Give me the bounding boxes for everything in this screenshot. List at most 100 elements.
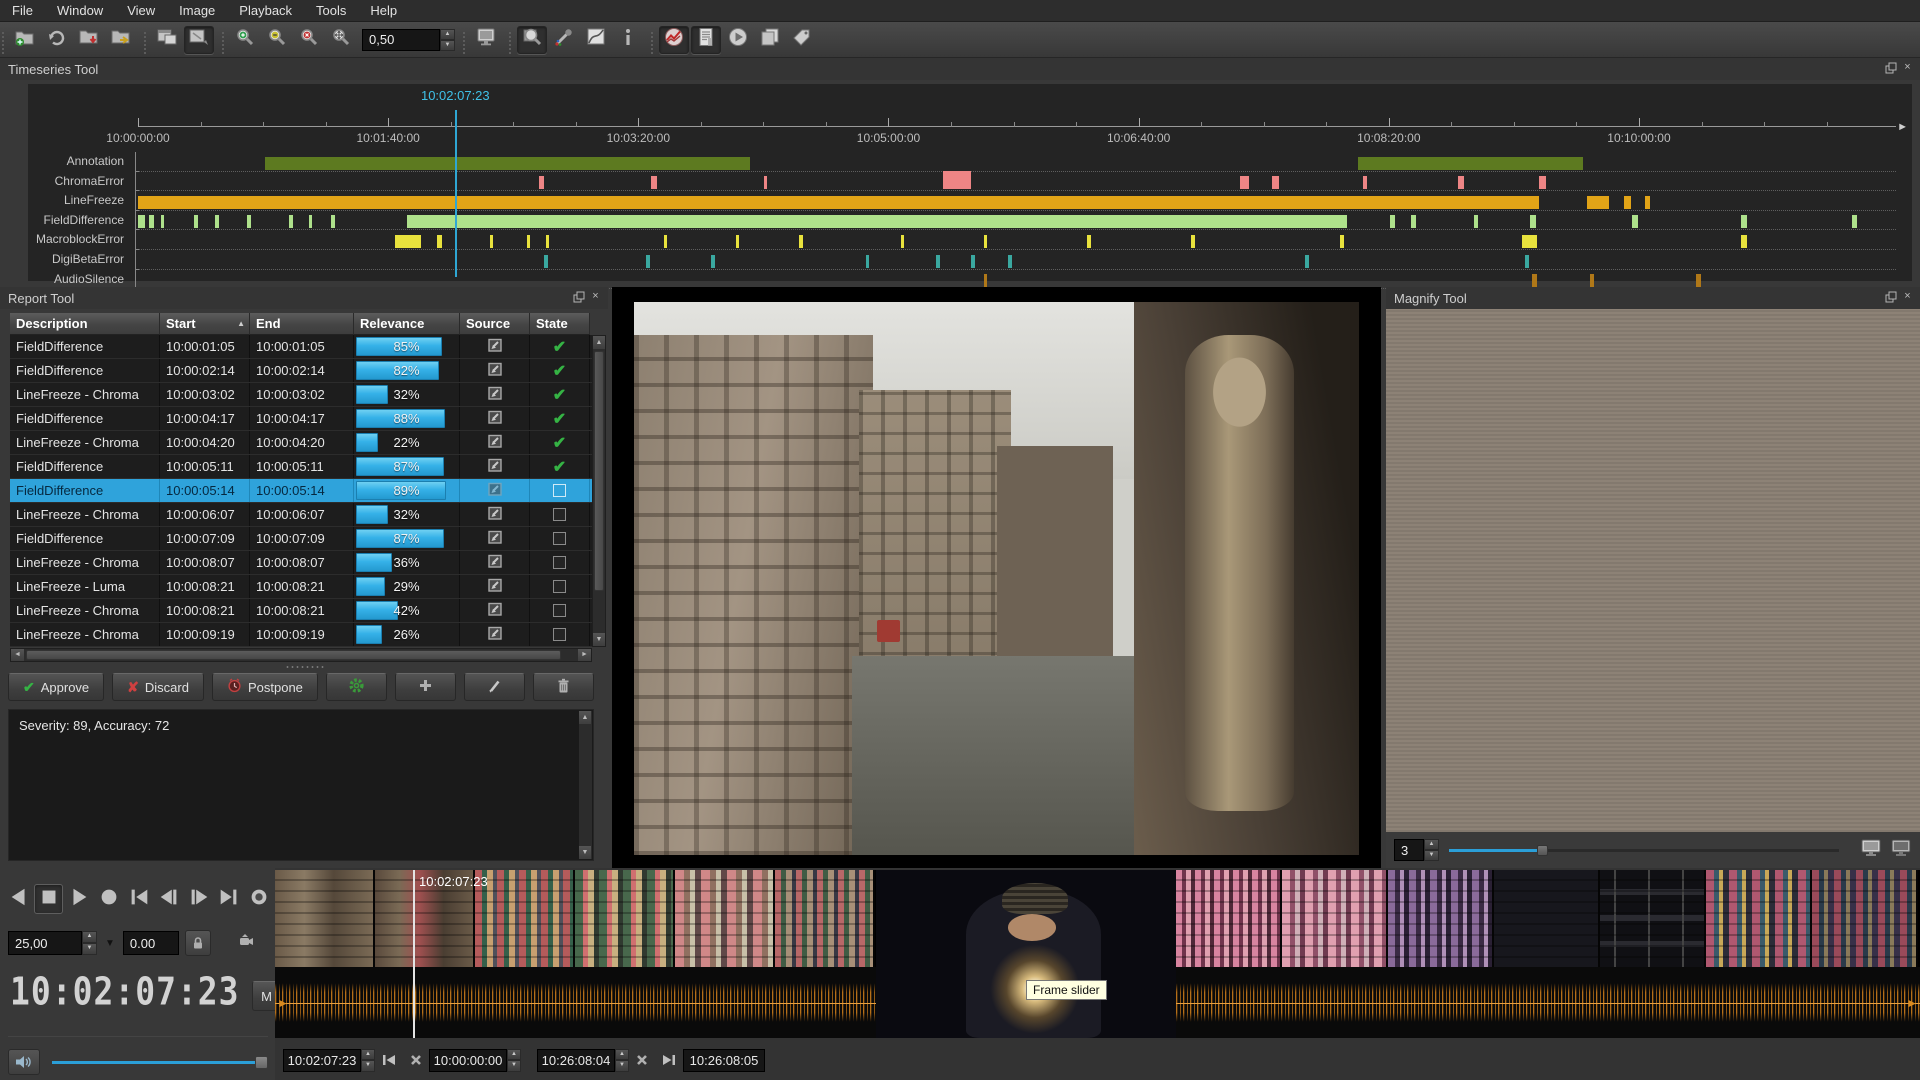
- zoom-level-spinner[interactable]: ▲▼: [440, 29, 455, 51]
- source-edit-icon[interactable]: [486, 481, 503, 500]
- film-frame-thumbnail[interactable]: [1176, 870, 1282, 967]
- cell-source[interactable]: [460, 431, 530, 454]
- cell-state[interactable]: [530, 551, 590, 574]
- scroll-right-icon[interactable]: ►: [578, 649, 591, 661]
- source-edit-icon[interactable]: [486, 337, 503, 356]
- clear-in-icon[interactable]: [410, 1054, 422, 1066]
- defect-segment[interactable]: [1340, 235, 1344, 248]
- timeline-tracks[interactable]: [138, 152, 1896, 289]
- details-scrollbar[interactable]: ▲ ▼: [579, 711, 592, 859]
- approve-button[interactable]: ✔Approve: [8, 673, 104, 701]
- cell-state[interactable]: ✔: [530, 359, 590, 382]
- film-frame-thumbnail[interactable]: [1388, 870, 1494, 967]
- film-frame-thumbnail[interactable]: [1494, 870, 1600, 967]
- cell-state[interactable]: ✔: [530, 335, 590, 358]
- state-checkbox[interactable]: [553, 484, 566, 497]
- defect-segment[interactable]: [1525, 255, 1529, 268]
- new-window-button[interactable]: [152, 26, 182, 54]
- close-panel-icon[interactable]: ×: [589, 290, 602, 303]
- defect-segment[interactable]: [1191, 235, 1195, 248]
- step-back-button[interactable]: [154, 884, 183, 914]
- cell-source[interactable]: [460, 359, 530, 382]
- tag-button[interactable]: [787, 26, 817, 54]
- cell-source[interactable]: [460, 383, 530, 406]
- monitor-large-icon[interactable]: [1890, 839, 1912, 862]
- defect-segment[interactable]: [711, 255, 715, 268]
- menu-view[interactable]: View: [115, 1, 167, 20]
- defect-segment[interactable]: [943, 171, 971, 189]
- defect-segment[interactable]: [736, 235, 740, 248]
- cell-state[interactable]: [530, 479, 590, 502]
- defect-segment[interactable]: [215, 215, 219, 228]
- monitor-button[interactable]: [471, 26, 501, 54]
- capture-icon[interactable]: [239, 934, 256, 953]
- pencil-button[interactable]: [464, 673, 525, 701]
- menu-help[interactable]: Help: [358, 1, 409, 20]
- defect-segment[interactable]: [407, 215, 1348, 228]
- scroll-down-icon[interactable]: ▼: [593, 633, 605, 646]
- table-row[interactable]: FieldDifference10:00:05:1410:00:05:1489%: [10, 479, 592, 503]
- timeseries-button[interactable]: [659, 26, 689, 54]
- in-timecode-spinner[interactable]: ▲▼: [507, 1049, 521, 1072]
- defect-segment[interactable]: [1272, 176, 1279, 189]
- column-header-source[interactable]: Source: [460, 313, 530, 335]
- close-panel-icon[interactable]: ×: [1901, 290, 1914, 303]
- defect-segment[interactable]: [149, 215, 154, 228]
- table-row[interactable]: LineFreeze - Chroma10:00:03:0210:00:03:0…: [10, 383, 592, 407]
- player-button[interactable]: [723, 26, 753, 54]
- column-header-relevance[interactable]: Relevance: [354, 313, 460, 335]
- speed-spinner[interactable]: ▲▼: [82, 931, 97, 955]
- plus-button[interactable]: [395, 673, 456, 701]
- defect-segment[interactable]: [490, 235, 494, 248]
- cell-state[interactable]: ✔: [530, 407, 590, 430]
- trash-button[interactable]: [533, 673, 594, 701]
- float-panel-icon[interactable]: [1884, 61, 1897, 74]
- float-panel-icon[interactable]: [572, 290, 585, 303]
- menu-image[interactable]: Image: [167, 1, 227, 20]
- defect-segment[interactable]: [1087, 235, 1091, 248]
- scroll-thumb[interactable]: [26, 650, 561, 660]
- frame-slider-cursor[interactable]: [413, 870, 415, 1038]
- speaker-icon[interactable]: [8, 1049, 40, 1075]
- film-frame-thumbnail[interactable]: [1600, 870, 1706, 967]
- defect-segment[interactable]: [309, 215, 313, 228]
- postpone-button[interactable]: Postpone: [212, 673, 318, 701]
- source-edit-icon[interactable]: [486, 457, 503, 476]
- defect-segment[interactable]: [1741, 235, 1746, 248]
- track-linefreeze[interactable]: [138, 191, 1896, 211]
- defect-segment[interactable]: [1358, 157, 1583, 170]
- cell-state[interactable]: [530, 599, 590, 622]
- cell-source[interactable]: [460, 479, 530, 502]
- record-loop-button[interactable]: [244, 884, 273, 914]
- defect-segment[interactable]: [1240, 176, 1249, 189]
- film-frame-thumbnail[interactable]: [675, 870, 775, 967]
- timeseries-plot[interactable]: AnnotationChromaErrorLineFreezeFieldDiff…: [28, 84, 1912, 281]
- menu-tools[interactable]: Tools: [304, 1, 358, 20]
- frame-slider-strip[interactable]: ► ► 10:02:07:23 Frame slider: [275, 870, 1920, 1038]
- column-header-start[interactable]: Start▲: [160, 313, 250, 335]
- cell-state[interactable]: [530, 503, 590, 526]
- defect-segment[interactable]: [265, 157, 750, 170]
- source-edit-icon[interactable]: [486, 577, 503, 596]
- defect-segment[interactable]: [527, 235, 531, 248]
- cell-state[interactable]: ✔: [530, 383, 590, 406]
- skip-first-button[interactable]: [124, 884, 153, 914]
- defect-segment[interactable]: [1458, 176, 1463, 189]
- source-edit-icon[interactable]: [486, 385, 503, 404]
- zoom-in-button[interactable]: [230, 26, 260, 54]
- defect-segment[interactable]: [1852, 215, 1857, 228]
- table-row[interactable]: LineFreeze - Chroma10:00:06:0710:00:06:0…: [10, 503, 592, 527]
- lock-button[interactable]: [185, 930, 211, 956]
- cell-state[interactable]: [530, 575, 590, 598]
- table-row[interactable]: LineFreeze - Chroma10:00:04:2010:00:04:2…: [10, 431, 592, 455]
- defect-segment[interactable]: [646, 255, 650, 268]
- defect-segment[interactable]: [138, 196, 1539, 209]
- source-edit-icon[interactable]: [486, 433, 503, 452]
- track-annotation[interactable]: [138, 152, 1896, 172]
- cell-source[interactable]: [460, 335, 530, 358]
- timeline-lanes[interactable]: 10:02:07:23 ►10:00:00:0010:01:40:0010:03…: [138, 84, 1896, 281]
- film-frame-thumbnail[interactable]: [1812, 870, 1918, 967]
- film-frame-thumbnail[interactable]: [1282, 870, 1388, 967]
- zoom-out-button[interactable]: [262, 26, 292, 54]
- source-edit-icon[interactable]: [486, 361, 503, 380]
